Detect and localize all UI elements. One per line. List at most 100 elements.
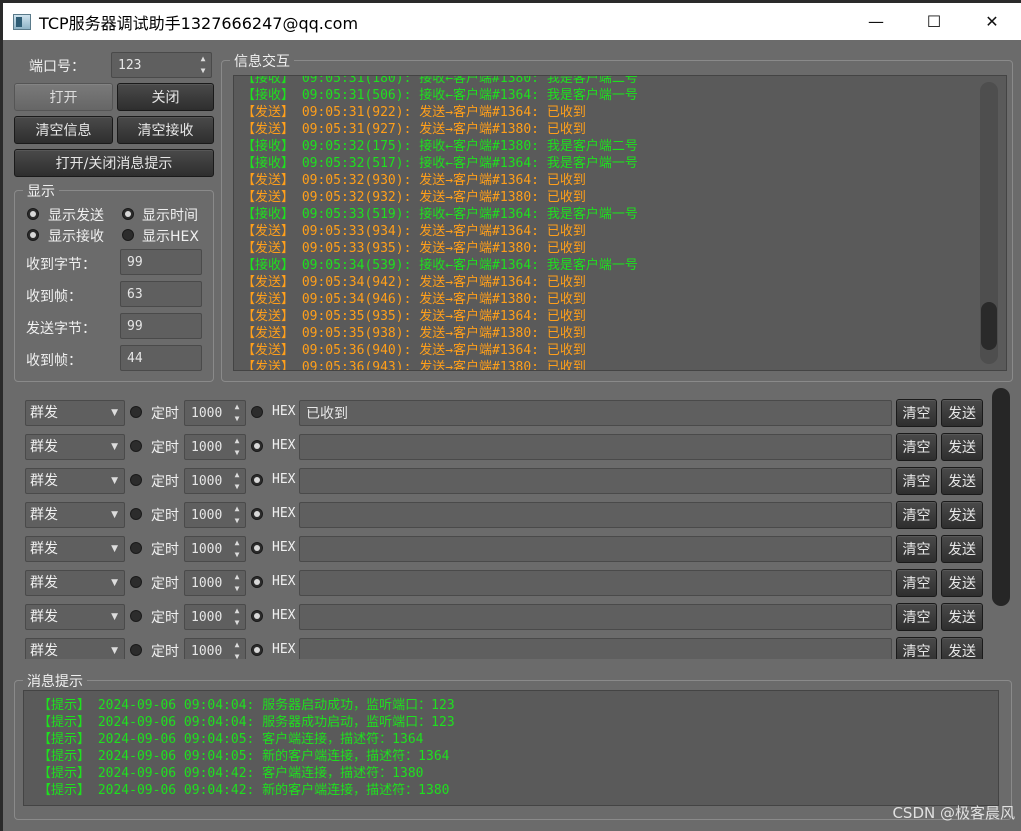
send-text-input[interactable] bbox=[299, 638, 892, 659]
hex-radio[interactable] bbox=[251, 610, 263, 622]
minimize-button[interactable]: — bbox=[847, 3, 905, 40]
interval-spinbox[interactable]: 1000 ▲ ▼ bbox=[184, 400, 246, 426]
send-row-button[interactable]: 发送 bbox=[941, 433, 983, 461]
chevron-down-icon: ▼ bbox=[111, 476, 118, 486]
send-row-button[interactable]: 发送 bbox=[941, 399, 983, 427]
send-row: 群发 ▼ 定时 1000 ▲ ▼ HEX 清空 发送 bbox=[25, 603, 983, 631]
clear-row-button[interactable]: 清空 bbox=[896, 569, 937, 597]
hex-label: HEX bbox=[272, 506, 296, 521]
timer-label: 定时 bbox=[151, 542, 179, 558]
timer-radio[interactable] bbox=[130, 644, 142, 656]
tips-log[interactable]: 【提示】 2024-09-06 09:04:04: 服务器启动成功，监听端口：1… bbox=[23, 690, 999, 806]
spin-arrows-icon[interactable]: ▲ ▼ bbox=[232, 471, 242, 491]
timer-label: 定时 bbox=[151, 440, 179, 456]
interval-spinbox[interactable]: 1000 ▲ ▼ bbox=[184, 434, 246, 460]
close-window-button[interactable]: ✕ bbox=[963, 3, 1021, 40]
send-mode-select[interactable]: 群发 ▼ bbox=[25, 638, 125, 659]
hex-radio[interactable] bbox=[251, 576, 263, 588]
clear-row-button[interactable]: 清空 bbox=[896, 637, 937, 659]
hex-radio[interactable] bbox=[251, 508, 263, 520]
timer-radio[interactable] bbox=[130, 542, 142, 554]
send-row-button[interactable]: 发送 bbox=[941, 501, 983, 529]
send-mode-value: 群发 bbox=[30, 473, 58, 489]
clear-row-button[interactable]: 清空 bbox=[896, 399, 937, 427]
interval-spinbox[interactable]: 1000 ▲ ▼ bbox=[184, 502, 246, 528]
timer-radio[interactable] bbox=[130, 508, 142, 520]
send-text-input[interactable] bbox=[299, 468, 892, 494]
chevron-down-icon: ▼ bbox=[111, 510, 118, 520]
interval-value: 1000 bbox=[191, 541, 223, 557]
send-mode-select[interactable]: 群发 ▼ bbox=[25, 604, 125, 630]
send-text-input[interactable] bbox=[299, 604, 892, 630]
chevron-down-icon: ▼ bbox=[111, 442, 118, 452]
hex-radio[interactable] bbox=[251, 474, 263, 486]
send-row: 群发 ▼ 定时 1000 ▲ ▼ HEX 清空 发送 bbox=[25, 501, 983, 529]
spin-arrows-icon[interactable]: ▲ ▼ bbox=[232, 607, 242, 627]
hex-radio[interactable] bbox=[251, 440, 263, 452]
send-row-button[interactable]: 发送 bbox=[941, 467, 983, 495]
timer-radio[interactable] bbox=[130, 610, 142, 622]
send-text-input[interactable] bbox=[299, 434, 892, 460]
send-mode-value: 群发 bbox=[30, 405, 58, 421]
send-mode-select[interactable]: 群发 ▼ bbox=[25, 468, 125, 494]
send-mode-value: 群发 bbox=[30, 507, 58, 523]
hex-label: HEX bbox=[272, 540, 296, 555]
send-row: 群发 ▼ 定时 1000 ▲ ▼ HEX 已收到 清空 发送 bbox=[25, 399, 983, 427]
clear-row-button[interactable]: 清空 bbox=[896, 501, 937, 529]
hex-label: HEX bbox=[272, 574, 296, 589]
send-row: 群发 ▼ 定时 1000 ▲ ▼ HEX 清空 发送 bbox=[25, 637, 983, 659]
interval-spinbox[interactable]: 1000 ▲ ▼ bbox=[184, 468, 246, 494]
watermark: CSDN @极客晨风 bbox=[892, 804, 1015, 822]
interval-value: 1000 bbox=[191, 439, 223, 455]
send-row-button[interactable]: 发送 bbox=[941, 535, 983, 563]
interval-spinbox[interactable]: 1000 ▲ ▼ bbox=[184, 570, 246, 596]
send-mode-select[interactable]: 群发 ▼ bbox=[25, 400, 125, 426]
send-mode-select[interactable]: 群发 ▼ bbox=[25, 570, 125, 596]
chevron-down-icon: ▼ bbox=[111, 612, 118, 622]
clear-row-button[interactable]: 清空 bbox=[896, 467, 937, 495]
hex-label: HEX bbox=[272, 608, 296, 623]
spin-arrows-icon[interactable]: ▲ ▼ bbox=[232, 505, 242, 525]
send-mode-select[interactable]: 群发 ▼ bbox=[25, 536, 125, 562]
timer-radio[interactable] bbox=[130, 406, 142, 418]
interval-spinbox[interactable]: 1000 ▲ ▼ bbox=[184, 604, 246, 630]
send-text-input[interactable] bbox=[299, 570, 892, 596]
spin-arrows-icon[interactable]: ▲ ▼ bbox=[232, 403, 242, 423]
main-panel: 端口号： 123 ▲ ▼ 打开 关闭 清空信息 清空接收 打开/关闭消息提示 显示… bbox=[3, 40, 1021, 831]
interval-value: 1000 bbox=[191, 575, 223, 591]
tip-line: 【提示】 2024-09-06 09:04:04: 服务器成功启动，监听端口：1… bbox=[38, 715, 455, 730]
send-text-input[interactable] bbox=[299, 536, 892, 562]
spin-arrows-icon[interactable]: ▲ ▼ bbox=[232, 437, 242, 457]
clear-row-button[interactable]: 清空 bbox=[896, 603, 937, 631]
maximize-button[interactable]: ☐ bbox=[905, 3, 963, 40]
spin-arrows-icon[interactable]: ▲ ▼ bbox=[232, 539, 242, 559]
send-mode-value: 群发 bbox=[30, 439, 58, 455]
send-mode-select[interactable]: 群发 ▼ bbox=[25, 502, 125, 528]
timer-radio[interactable] bbox=[130, 576, 142, 588]
timer-radio[interactable] bbox=[130, 474, 142, 486]
timer-label: 定时 bbox=[151, 610, 179, 626]
hex-label: HEX bbox=[272, 438, 296, 453]
timer-radio[interactable] bbox=[130, 440, 142, 452]
send-row-button[interactable]: 发送 bbox=[941, 637, 983, 659]
hex-label: HEX bbox=[272, 404, 296, 419]
send-row-button[interactable]: 发送 bbox=[941, 569, 983, 597]
interval-value: 1000 bbox=[191, 609, 223, 625]
hex-radio[interactable] bbox=[251, 406, 263, 418]
send-text-input[interactable]: 已收到 bbox=[299, 400, 892, 426]
clear-row-button[interactable]: 清空 bbox=[896, 433, 937, 461]
tip-line: 【提示】 2024-09-06 09:04:42: 新的客户端连接，描述符：13… bbox=[38, 783, 450, 798]
send-mode-select[interactable]: 群发 ▼ bbox=[25, 434, 125, 460]
hex-radio[interactable] bbox=[251, 644, 263, 656]
interval-spinbox[interactable]: 1000 ▲ ▼ bbox=[184, 638, 246, 659]
send-rows-scrollbar[interactable] bbox=[992, 388, 1010, 606]
send-row-button[interactable]: 发送 bbox=[941, 603, 983, 631]
clear-row-button[interactable]: 清空 bbox=[896, 535, 937, 563]
timer-label: 定时 bbox=[151, 508, 179, 524]
hex-radio[interactable] bbox=[251, 542, 263, 554]
send-text-input[interactable] bbox=[299, 502, 892, 528]
hex-label: HEX bbox=[272, 642, 296, 657]
spin-arrows-icon[interactable]: ▲ ▼ bbox=[232, 641, 242, 660]
interval-spinbox[interactable]: 1000 ▲ ▼ bbox=[184, 536, 246, 562]
spin-arrows-icon[interactable]: ▲ ▼ bbox=[232, 573, 242, 593]
